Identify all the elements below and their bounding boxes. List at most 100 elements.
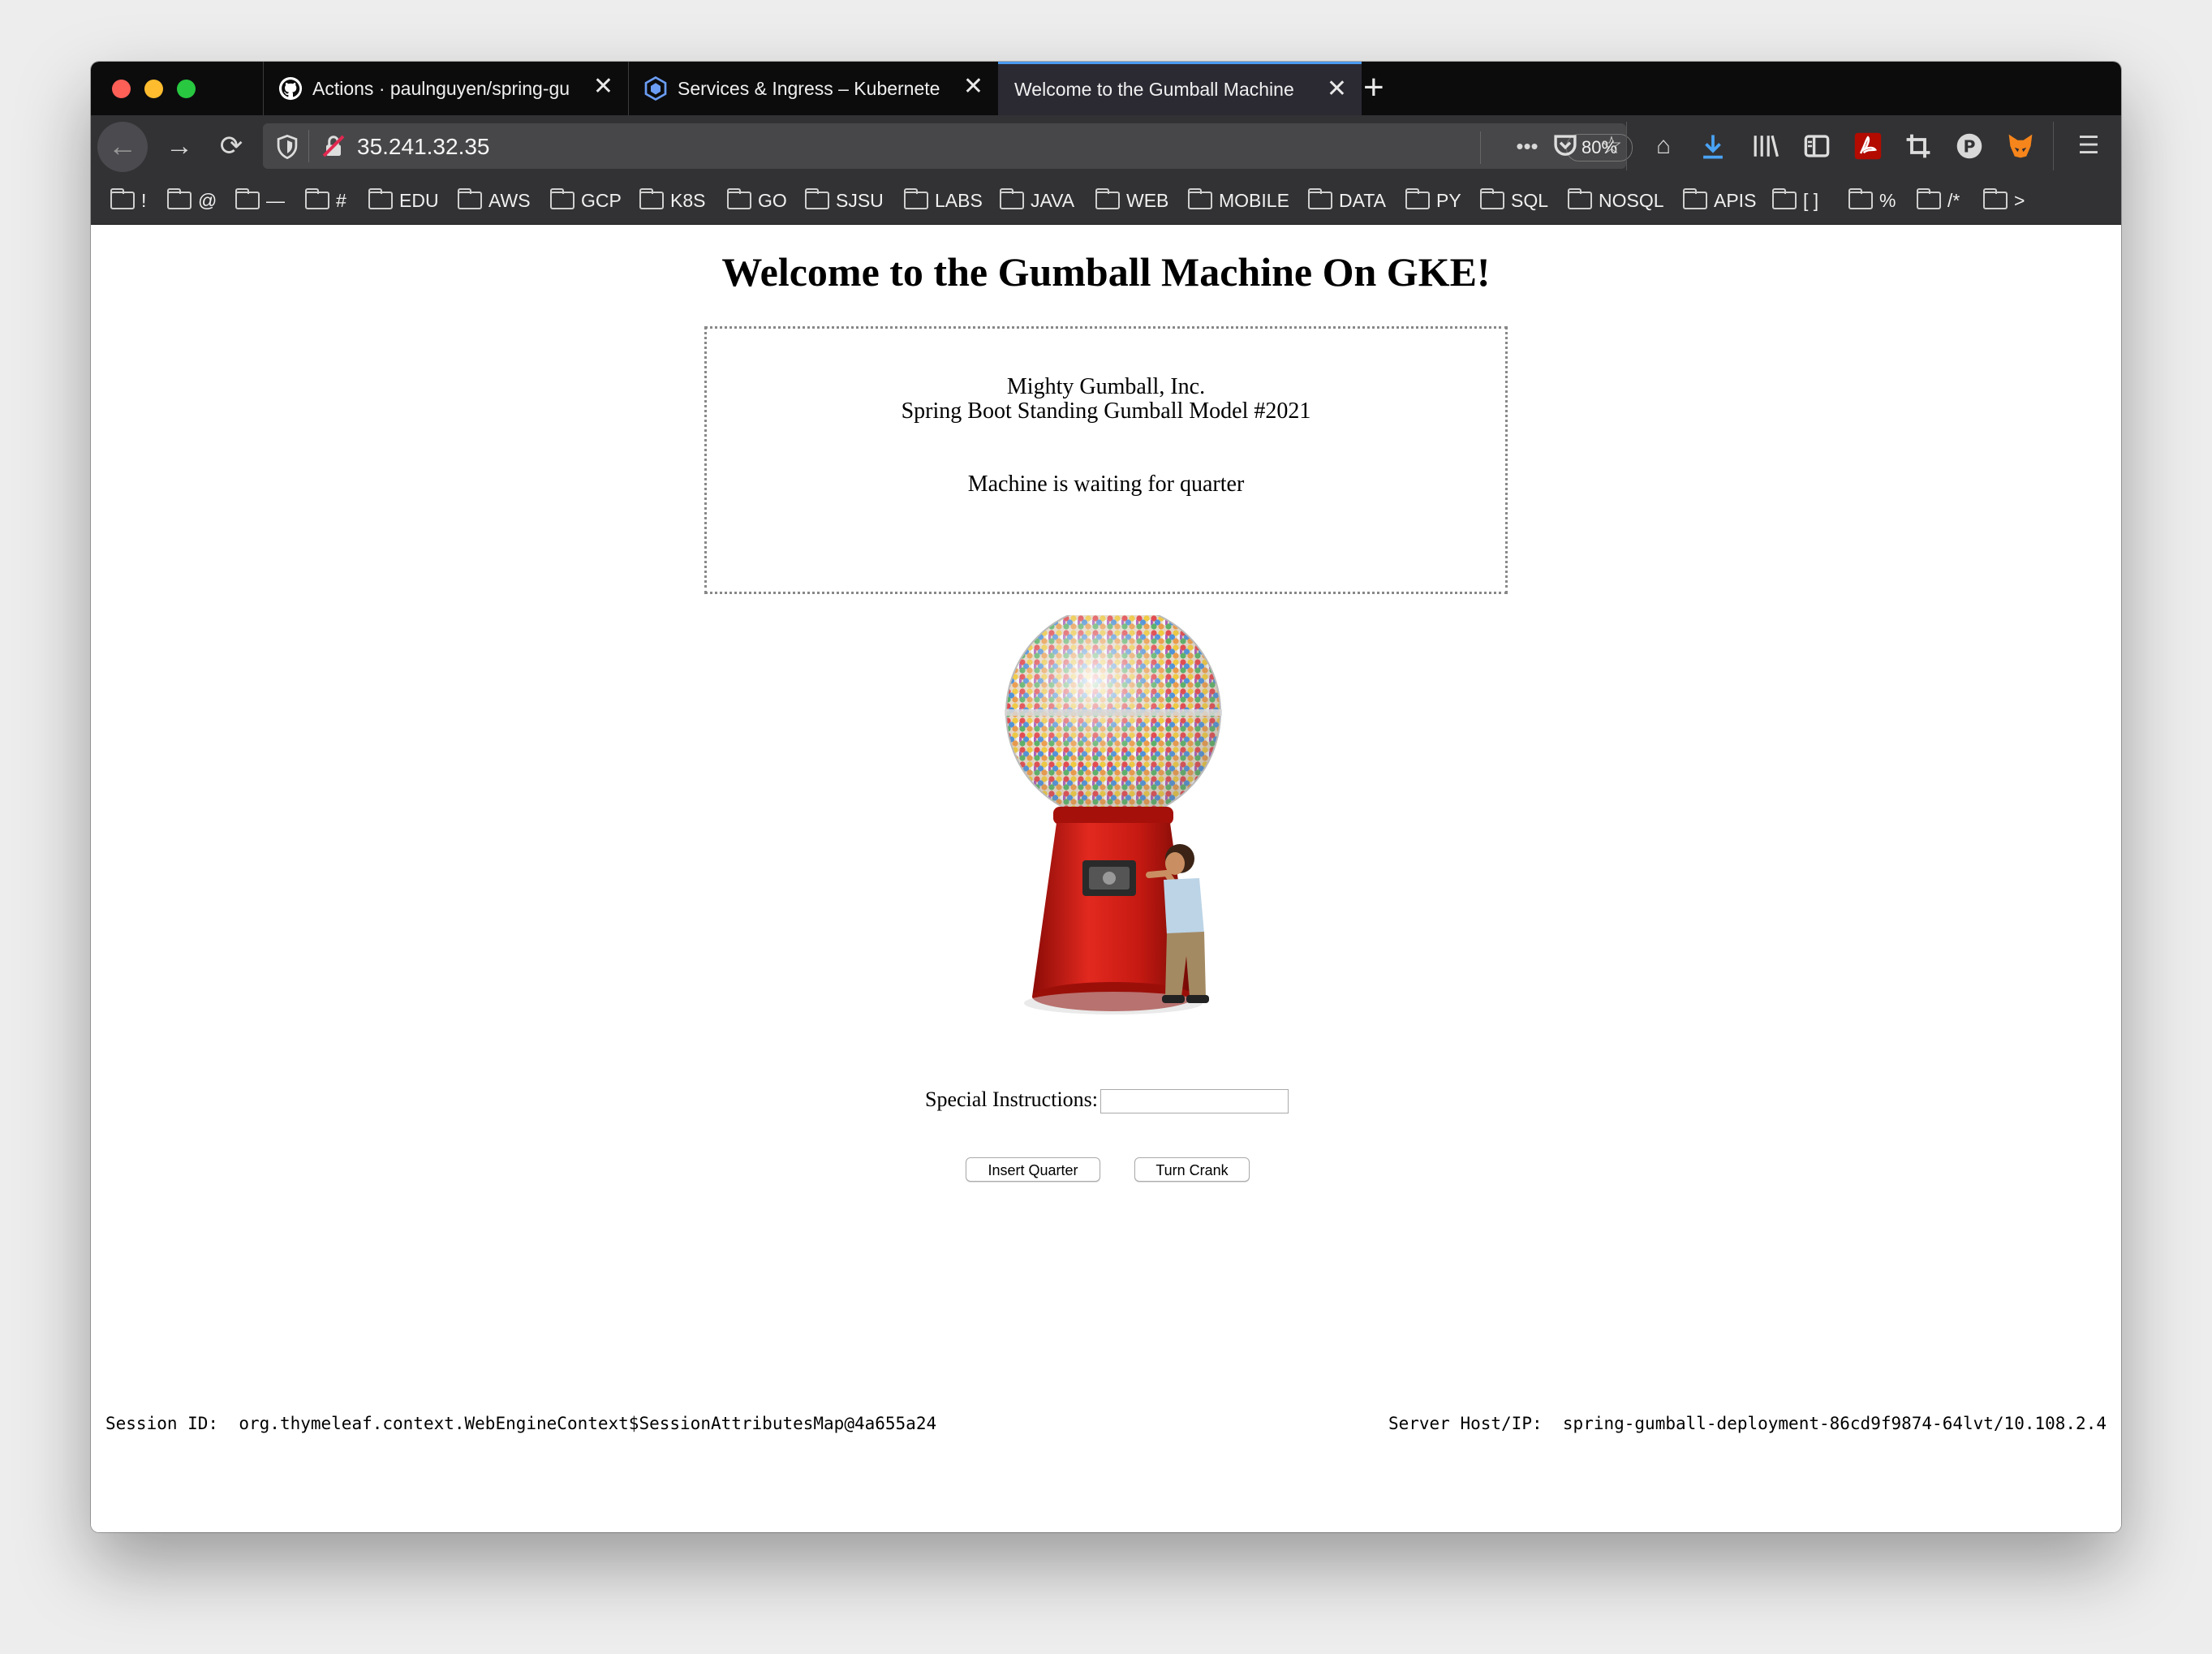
special-instructions-label: Special Instructions: bbox=[925, 1088, 1099, 1111]
new-tab-button[interactable]: + bbox=[1363, 67, 1384, 109]
bookmark-label: > bbox=[2014, 189, 2025, 211]
minimize-window-button[interactable] bbox=[144, 80, 163, 98]
bookmark-folder[interactable]: GCP bbox=[550, 188, 622, 213]
bookmark-folder[interactable]: % bbox=[1848, 188, 1896, 213]
bookmark-label: EDU bbox=[399, 189, 439, 211]
tracking-protection-shield-icon[interactable] bbox=[276, 135, 299, 159]
pocket-icon[interactable] bbox=[1551, 132, 1579, 160]
page-actions-menu-icon[interactable]: ••• bbox=[1511, 130, 1543, 162]
bookmark-label: NOSQL bbox=[1599, 189, 1664, 211]
folder-icon bbox=[1308, 188, 1332, 209]
insecure-lock-icon[interactable] bbox=[321, 134, 346, 158]
metamask-fox-icon[interactable] bbox=[2006, 131, 2035, 161]
bookmark-folder[interactable]: ! bbox=[110, 188, 146, 213]
address-bar[interactable]: 35.241.32.35 80% bbox=[263, 123, 1633, 169]
folder-icon bbox=[305, 188, 329, 209]
bookmark-label: WEB bbox=[1126, 189, 1169, 211]
screenshot-crop-icon[interactable] bbox=[1905, 133, 1931, 159]
bookmark-star-icon[interactable]: ☆ bbox=[1595, 130, 1628, 162]
divider bbox=[1480, 131, 1481, 164]
server-host-label: Server Host/IP: bbox=[1388, 1414, 1543, 1433]
bookmark-folder[interactable]: MOBILE bbox=[1188, 188, 1289, 213]
folder-icon bbox=[1848, 188, 1873, 209]
bookmark-folder[interactable]: EDU bbox=[368, 188, 439, 213]
bookmark-label: SJSU bbox=[836, 189, 884, 211]
home-icon[interactable]: ⌂ bbox=[1647, 130, 1680, 162]
folder-icon bbox=[458, 188, 482, 209]
folder-icon bbox=[167, 188, 192, 209]
zoom-window-button[interactable] bbox=[177, 80, 196, 98]
bookmark-folder[interactable]: — bbox=[235, 188, 285, 213]
tab-label: Welcome to the Gumball Machine bbox=[1014, 79, 1294, 100]
profile-p-icon[interactable]: P bbox=[1956, 132, 1983, 160]
tab-actions[interactable]: Actions · paulnguyen/spring-gu ✕ bbox=[263, 62, 628, 115]
github-icon bbox=[278, 76, 303, 101]
bookmark-label: [ ] bbox=[1803, 189, 1819, 211]
bookmark-folder[interactable]: JAVA bbox=[1000, 188, 1074, 213]
bookmark-folder[interactable]: WEB bbox=[1095, 188, 1168, 213]
folder-icon bbox=[368, 188, 393, 209]
bookmark-folder[interactable]: APIS bbox=[1683, 188, 1756, 213]
folder-icon bbox=[1772, 188, 1797, 209]
bookmark-label: # bbox=[336, 189, 346, 211]
bookmark-folder[interactable]: /* bbox=[1917, 188, 1960, 213]
bookmark-folder[interactable]: > bbox=[1983, 188, 2025, 213]
folder-icon bbox=[1000, 188, 1024, 209]
bookmark-folder[interactable]: PY bbox=[1405, 188, 1461, 213]
bookmark-folder[interactable]: NOSQL bbox=[1568, 188, 1664, 213]
hamburger-menu-icon[interactable]: ☰ bbox=[2072, 130, 2105, 162]
turn-crank-button[interactable]: Turn Crank bbox=[1134, 1157, 1250, 1182]
url-text: 35.241.32.35 bbox=[357, 134, 490, 159]
close-tab-icon[interactable]: ✕ bbox=[1327, 77, 1347, 101]
browser-window: Actions · paulnguyen/spring-gu ✕ Service… bbox=[91, 62, 2121, 1532]
downloads-icon[interactable] bbox=[1699, 131, 1727, 161]
tab-gumball[interactable]: Welcome to the Gumball Machine ✕ bbox=[998, 62, 1362, 115]
bookmark-folder[interactable]: GO bbox=[727, 188, 787, 213]
bookmark-folder[interactable]: K8S bbox=[639, 188, 705, 213]
folder-icon bbox=[639, 188, 664, 209]
server-host: Server Host/IP: spring-gumball-deploymen… bbox=[1388, 1414, 2107, 1433]
bookmark-folder[interactable]: LABS bbox=[904, 188, 983, 213]
folder-icon bbox=[1683, 188, 1707, 209]
machine-status-text: Machine is waiting for quarter bbox=[967, 472, 1245, 497]
page-content: Welcome to the Gumball Machine On GKE! M… bbox=[91, 226, 2121, 1532]
bookmarks-toolbar: ! @ — # EDU AWS GCP K8S GO SJSU LABS JAV… bbox=[91, 177, 2121, 225]
bookmark-label: SQL bbox=[1511, 189, 1549, 211]
close-tab-icon[interactable]: ✕ bbox=[963, 75, 983, 99]
company-name: Mighty Gumball, Inc. bbox=[1006, 374, 1206, 399]
library-icon[interactable] bbox=[1751, 133, 1780, 159]
folder-icon bbox=[550, 188, 575, 209]
folder-icon bbox=[1917, 188, 1941, 209]
folder-icon bbox=[904, 188, 928, 209]
navigation-toolbar: ← → ⟳ 35.241.32.35 80% ••• ☆ ⌂ P ☰ bbox=[91, 115, 2121, 177]
close-tab-icon[interactable]: ✕ bbox=[593, 75, 613, 99]
acrobat-pdf-icon[interactable] bbox=[1853, 131, 1883, 161]
bookmark-folder[interactable]: SJSU bbox=[805, 188, 884, 213]
special-instructions-input[interactable] bbox=[1100, 1089, 1289, 1113]
back-button[interactable]: ← bbox=[97, 122, 148, 172]
tab-kubernetes[interactable]: Services & Ingress – Kubernete ✕ bbox=[628, 62, 998, 115]
close-window-button[interactable] bbox=[112, 80, 131, 98]
divider bbox=[2053, 122, 2054, 170]
forward-button[interactable]: → bbox=[159, 130, 200, 162]
bookmark-label: /* bbox=[1947, 189, 1960, 211]
bookmark-label: % bbox=[1879, 189, 1896, 211]
bookmark-label: — bbox=[266, 189, 285, 211]
sidebar-icon[interactable] bbox=[1803, 133, 1831, 159]
bookmark-label: K8S bbox=[670, 189, 706, 211]
bookmark-folder[interactable]: @ bbox=[167, 188, 217, 213]
bookmark-folder[interactable]: SQL bbox=[1480, 188, 1548, 213]
bookmark-folder[interactable]: # bbox=[305, 188, 346, 213]
session-id-label: Session ID: bbox=[105, 1414, 219, 1433]
insert-quarter-button[interactable]: Insert Quarter bbox=[966, 1157, 1100, 1182]
bookmark-folder[interactable]: [ ] bbox=[1772, 188, 1818, 213]
divider bbox=[1626, 122, 1627, 170]
reload-button[interactable]: ⟳ bbox=[211, 130, 252, 162]
bookmark-folder[interactable]: DATA bbox=[1308, 188, 1386, 213]
bookmark-label: LABS bbox=[935, 189, 983, 211]
bookmark-label: APIS bbox=[1714, 189, 1757, 211]
folder-icon bbox=[1095, 188, 1120, 209]
folder-icon bbox=[1480, 188, 1504, 209]
folder-icon bbox=[727, 188, 751, 209]
bookmark-folder[interactable]: AWS bbox=[458, 188, 531, 213]
